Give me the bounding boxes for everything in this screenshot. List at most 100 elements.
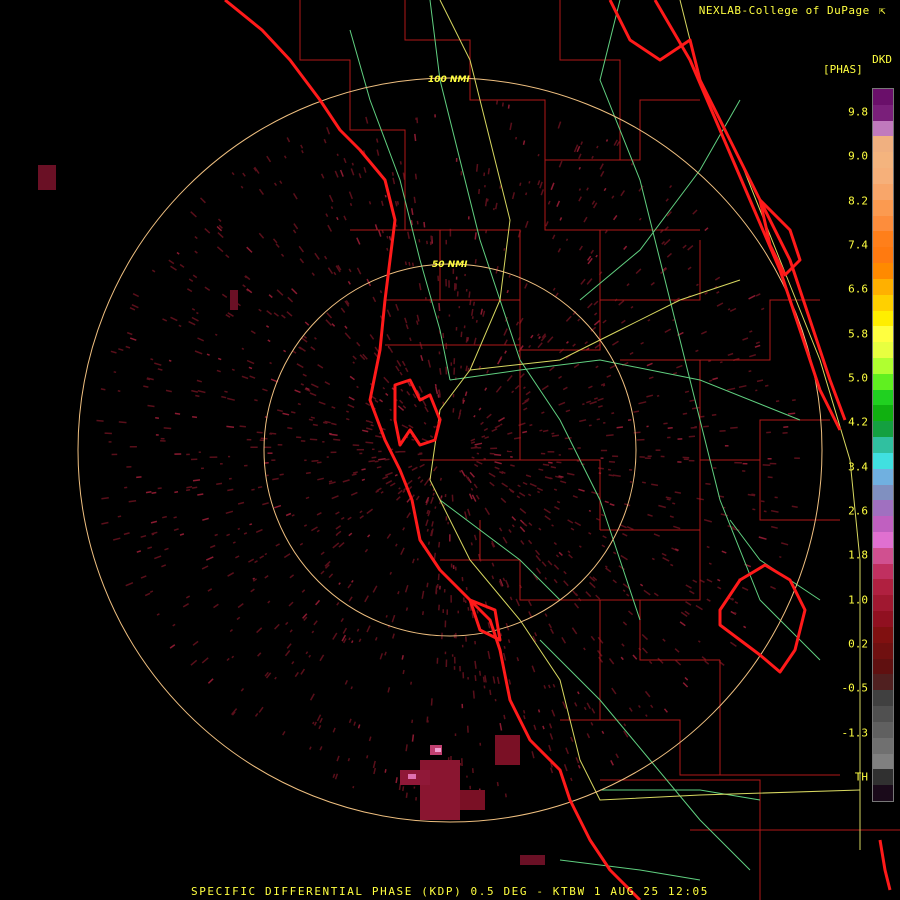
return-speckle — [365, 419, 369, 423]
return-speckle — [705, 482, 711, 486]
return-speckle — [566, 472, 575, 476]
return-speckle — [325, 213, 329, 218]
return-speckle — [349, 375, 355, 381]
return-speckle — [353, 721, 357, 726]
return-speckle — [404, 584, 409, 593]
return-speckle — [380, 200, 384, 206]
return-speckle — [591, 155, 594, 159]
return-speckle — [589, 581, 596, 589]
return-speckle — [509, 122, 513, 131]
return-speckle — [749, 330, 753, 333]
return-speckle — [336, 755, 340, 762]
return-speckle — [350, 686, 353, 690]
return-speckle — [460, 469, 466, 477]
return-speckle — [258, 232, 265, 239]
return-speckle — [286, 311, 293, 317]
scale-swatch — [873, 215, 893, 232]
return-speckle — [423, 221, 426, 228]
credit-text: NEXLAB-College of DuPage — [698, 4, 870, 17]
scale-swatch — [873, 278, 893, 296]
return-speckle — [250, 330, 256, 335]
return-speckle — [489, 689, 492, 696]
return-speckle — [563, 580, 569, 587]
return-speckle — [332, 727, 336, 733]
return-speckle — [408, 465, 413, 469]
return-speckle — [309, 438, 318, 441]
return-speckle — [731, 527, 740, 532]
return-speckle — [593, 300, 599, 306]
return-speckle — [176, 251, 180, 255]
return-speckle — [413, 196, 416, 204]
site-credit[interactable]: NEXLAB-College of DuPage ⇱ — [699, 4, 886, 17]
return-speckle — [481, 435, 486, 438]
return-speckle — [366, 625, 371, 633]
return-speckle — [311, 459, 319, 462]
return-speckle — [380, 490, 384, 494]
return-speckle — [332, 632, 338, 640]
scale-swatch — [873, 563, 893, 580]
return-speckle — [558, 160, 563, 168]
return-speckle — [289, 574, 295, 579]
return-speckle — [431, 521, 434, 527]
return-speckle — [727, 308, 731, 311]
return-speckle — [575, 757, 580, 764]
return-speckle — [404, 317, 408, 324]
return-speckle — [201, 657, 209, 664]
return-speckle — [163, 427, 172, 430]
return-speckle — [620, 190, 626, 197]
return-speckle — [406, 390, 411, 396]
return-speckle — [484, 507, 491, 516]
return-speckle — [363, 166, 367, 173]
return-speckle — [352, 785, 355, 789]
return-speckle — [620, 554, 628, 561]
return-speckle — [433, 466, 438, 472]
return-speckle — [553, 488, 558, 491]
return-speckle — [309, 392, 317, 397]
return-speckle — [369, 334, 375, 340]
return-speckle — [333, 438, 341, 441]
return-speckle — [419, 463, 425, 468]
return-speckle — [543, 685, 547, 689]
return-speckle — [469, 471, 475, 478]
return-speckle — [335, 525, 342, 530]
return-speckle — [347, 516, 352, 521]
scale-swatch — [873, 326, 893, 343]
return-speckle — [254, 560, 258, 564]
return-speckle — [491, 428, 498, 432]
return-speckle — [550, 466, 557, 469]
return-speckle — [459, 470, 462, 473]
return-speckle — [416, 117, 419, 124]
return-speckle — [483, 427, 489, 432]
return-speckle — [504, 793, 507, 798]
return-speckle — [695, 604, 703, 611]
return-speckle — [197, 337, 205, 342]
cursor-arrow-icon: ⇱ — [878, 4, 886, 17]
return-speckle — [692, 209, 698, 215]
return-speckle — [548, 744, 552, 752]
return-speckle — [207, 678, 214, 684]
return-speckle — [188, 278, 194, 283]
return-speckle — [199, 197, 206, 204]
return-speckle — [427, 541, 431, 545]
return-speckle — [591, 200, 596, 205]
return-speckle — [684, 390, 690, 394]
return-speckle — [507, 104, 510, 109]
return-speckle — [366, 427, 373, 431]
return-speckle — [346, 410, 349, 413]
return-speckle — [416, 314, 420, 322]
return-speckle — [400, 547, 405, 556]
return-speckle — [352, 471, 358, 474]
radar-map[interactable]: 100 NMI 50 NMI — [0, 0, 900, 900]
return-speckle — [385, 471, 393, 477]
return-speckle — [665, 198, 669, 202]
return-speckle — [542, 725, 545, 730]
return-speckle — [214, 533, 218, 537]
return-speckle — [366, 508, 374, 515]
return-speckle — [616, 426, 623, 429]
return-speckle — [144, 592, 151, 597]
return-speckle — [333, 271, 337, 276]
return-speckle — [482, 676, 486, 683]
return-speckle — [551, 434, 559, 437]
return-speckle — [457, 412, 462, 420]
return-speckle — [335, 511, 340, 515]
